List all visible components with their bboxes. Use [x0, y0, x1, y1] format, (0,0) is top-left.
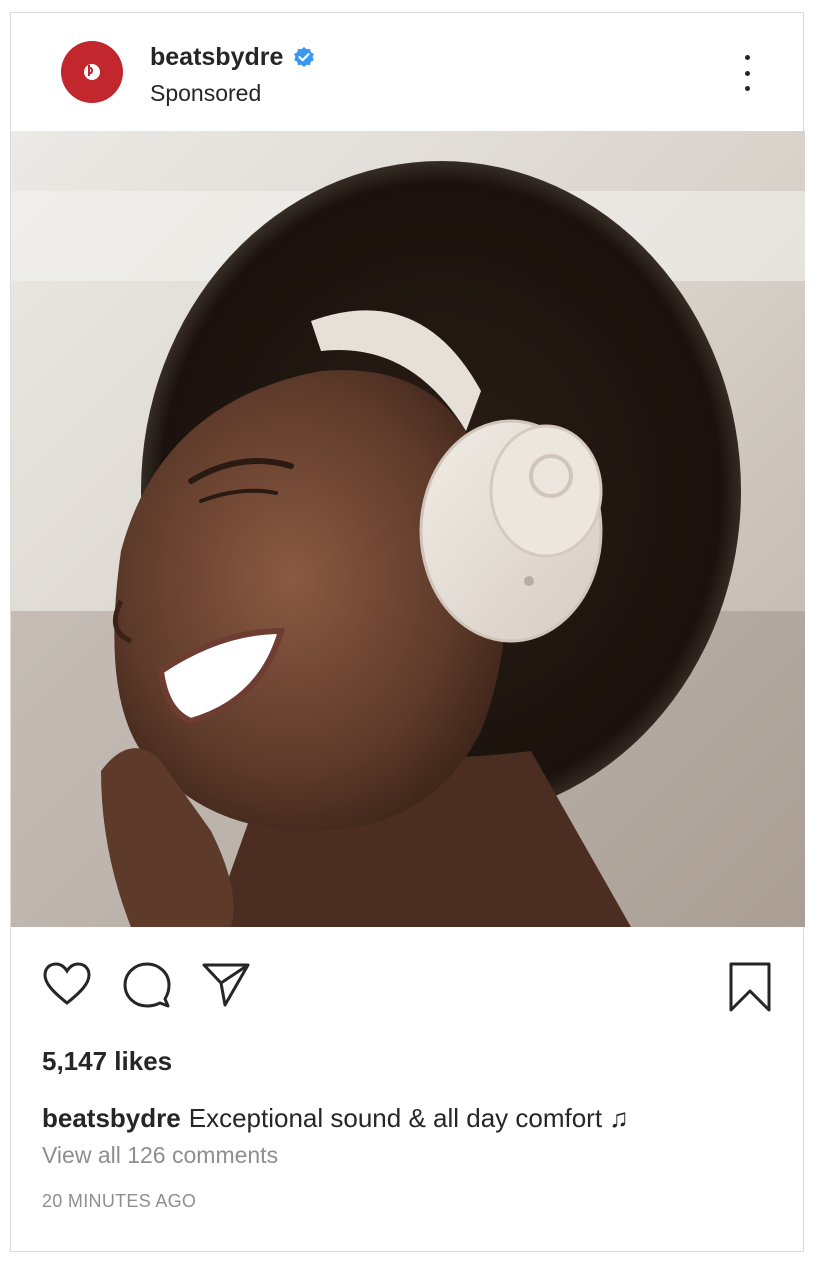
- dot-icon: [744, 86, 750, 91]
- likes-count[interactable]: 5,147 likes: [42, 1046, 172, 1077]
- paper-plane-icon[interactable]: [201, 961, 251, 1009]
- beats-logo-icon: [84, 64, 100, 80]
- post-photo[interactable]: [11, 131, 805, 927]
- caption-username[interactable]: beatsbydre: [42, 1103, 181, 1133]
- dot-icon: [744, 70, 750, 76]
- post-actions: [11, 953, 803, 1013]
- sponsored-label: Sponsored: [150, 80, 262, 106]
- post-header: beatsbydre Sponsored: [11, 13, 803, 131]
- view-comments-link[interactable]: View all 126 comments: [42, 1142, 278, 1169]
- dot-icon: [744, 55, 750, 60]
- bookmark-icon[interactable]: [727, 961, 773, 1013]
- avatar[interactable]: [61, 41, 123, 103]
- caption: beatsbydre Exceptional sound & all day co…: [42, 1103, 629, 1134]
- more-options-button[interactable]: [737, 55, 757, 91]
- photo-illustration: [11, 131, 805, 927]
- verified-badge-icon: [294, 46, 315, 67]
- heart-icon[interactable]: [42, 961, 92, 1007]
- post-timestamp: 20 MINUTES AGO: [42, 1191, 197, 1211]
- caption-text: Exceptional sound & all day comfort ♫: [188, 1103, 629, 1133]
- post-card: beatsbydre Sponsored 5,147 likes beatsby…: [10, 12, 805, 1252]
- username-row: beatsbydre: [150, 43, 316, 72]
- comment-icon[interactable]: [122, 961, 172, 1009]
- username-link[interactable]: beatsbydre: [150, 43, 283, 72]
